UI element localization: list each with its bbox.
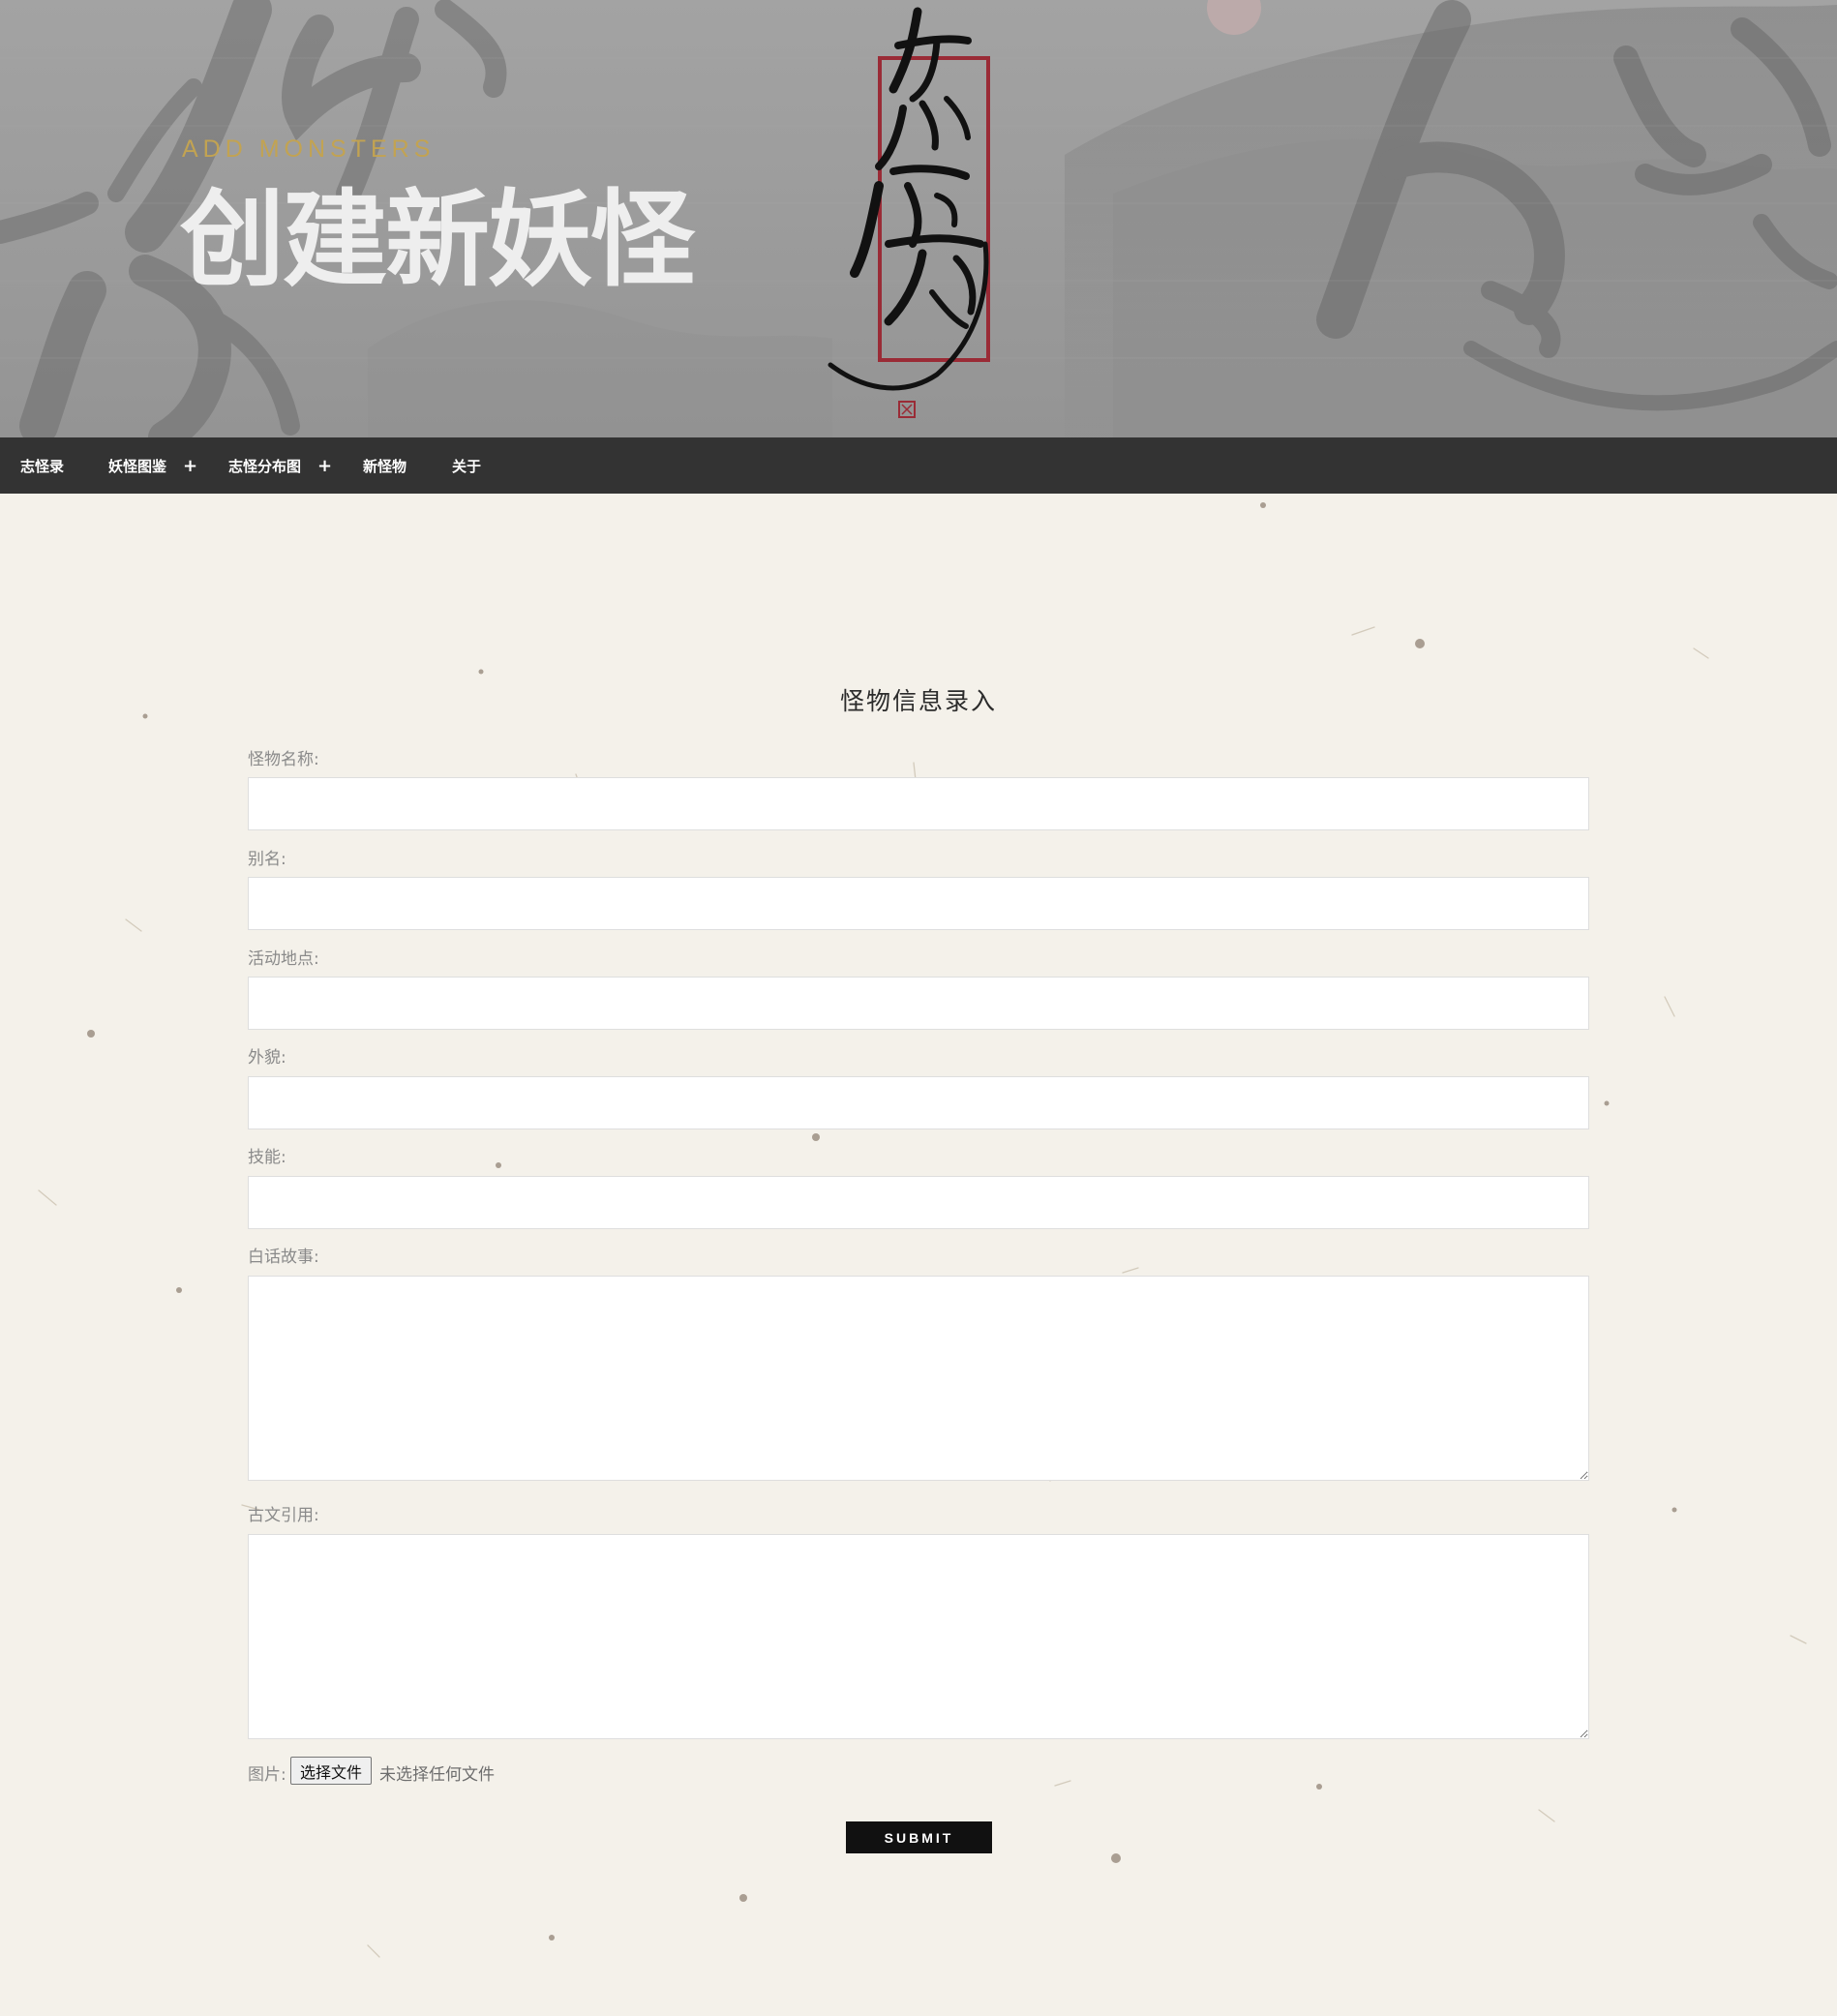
nav-item-home[interactable]: 志怪录	[20, 437, 64, 494]
monster-name-input[interactable]	[248, 777, 1589, 830]
file-status-text: 未选择任何文件	[379, 1765, 495, 1785]
alias-label: 别名:	[248, 850, 286, 869]
main-navigation: 志怪录 妖怪图鉴 + 志怪分布图 + 新怪物 关于	[0, 437, 1837, 494]
calligraphy-logo[interactable]	[811, 2, 1014, 424]
nav-item-new-monster[interactable]: 新怪物	[363, 437, 407, 494]
hero-banner: ADD MONSTERS 创建新妖怪	[0, 0, 1837, 437]
nav-item-distribution-map[interactable]: 志怪分布图 +	[228, 437, 332, 494]
monster-name-label: 怪物名称:	[248, 750, 319, 769]
form-section: 怪物信息录入 怪物名称: 别名: 活动地点: 外貌: 技能: 白话故事: 古文引…	[0, 494, 1837, 2016]
location-label: 活动地点:	[248, 949, 319, 969]
submit-button[interactable]: SUBMIT	[846, 1821, 992, 1853]
nav-item-label: 志怪录	[20, 457, 65, 475]
plus-icon[interactable]: +	[317, 456, 332, 476]
plus-icon[interactable]: +	[183, 456, 197, 476]
nav-item-label: 关于	[452, 457, 482, 475]
skills-label: 技能:	[248, 1148, 286, 1167]
choose-file-button[interactable]: 选择文件	[290, 1757, 373, 1785]
alias-input[interactable]	[248, 877, 1589, 930]
story-label: 白话故事:	[248, 1248, 319, 1267]
nav-item-label: 志怪分布图	[228, 457, 302, 475]
nav-item-bestiary[interactable]: 妖怪图鉴 +	[108, 437, 197, 494]
form-title: 怪物信息录入	[839, 687, 997, 715]
hero-subtitle: ADD MONSTERS	[182, 135, 436, 163]
location-input[interactable]	[248, 977, 1589, 1030]
nav-item-label: 新怪物	[363, 457, 407, 475]
story-textarea[interactable]	[248, 1276, 1589, 1481]
skills-input[interactable]	[248, 1176, 1589, 1229]
appearance-label: 外貌:	[248, 1048, 286, 1068]
image-label: 图片:	[248, 1765, 286, 1785]
quote-label: 古文引用:	[248, 1506, 319, 1525]
nav-item-label: 妖怪图鉴	[108, 457, 167, 475]
appearance-input[interactable]	[248, 1076, 1589, 1129]
quote-textarea[interactable]	[248, 1534, 1589, 1739]
hero-title: 创建新妖怪	[180, 180, 695, 301]
nav-item-about[interactable]: 关于	[452, 437, 481, 494]
